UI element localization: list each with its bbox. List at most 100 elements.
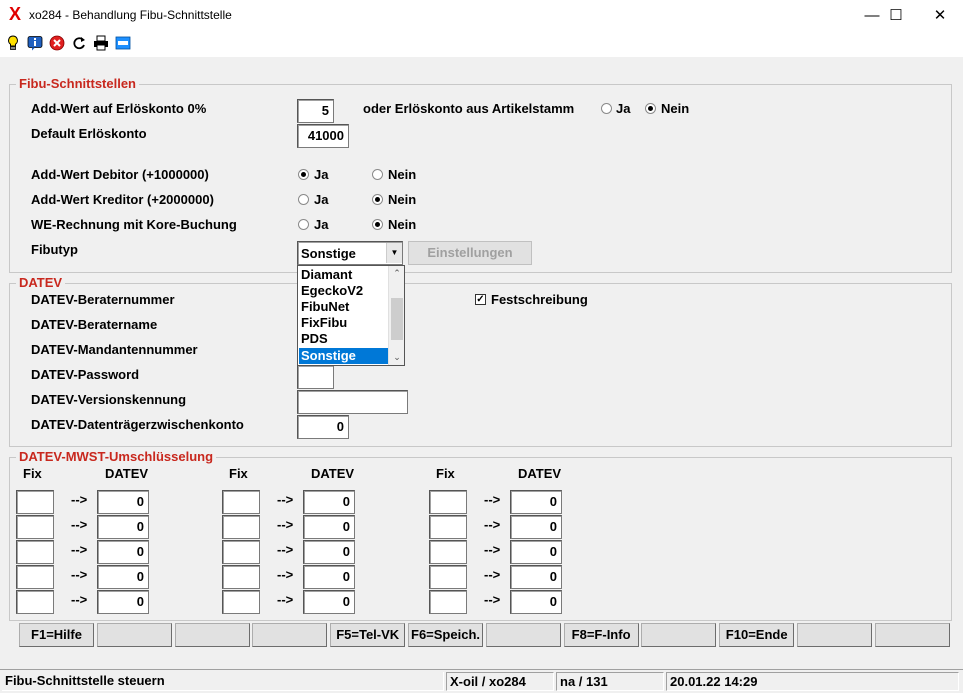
fibutyp-option-selected[interactable]: Sonstige [299, 348, 388, 364]
datev-input[interactable]: 0 [97, 565, 149, 589]
dropdown-scrollbar[interactable]: ⌃ ⌄ [388, 266, 404, 365]
fix-input[interactable] [429, 565, 467, 589]
fkey-button[interactable] [874, 623, 950, 647]
fix-input[interactable] [16, 590, 54, 614]
datev-input[interactable]: 0 [303, 590, 355, 614]
we-nein-radio[interactable] [372, 219, 383, 230]
datev-input[interactable]: 0 [303, 515, 355, 539]
arrow-label: --> [277, 517, 294, 532]
arrow-label: --> [71, 517, 88, 532]
fix-input[interactable] [16, 490, 54, 514]
fix-input[interactable] [16, 515, 54, 539]
debitor-ja-radio[interactable] [298, 169, 309, 180]
fkey-button[interactable]: F5=Tel-VK [330, 623, 406, 647]
mwst-group [9, 457, 952, 621]
close-button[interactable]: ✕ [917, 0, 963, 31]
scroll-down-icon[interactable]: ⌄ [391, 351, 403, 363]
fix-input[interactable] [222, 565, 260, 589]
kreditor-ja-label: Ja [314, 192, 329, 207]
fkey-button[interactable]: F10=Ende [719, 623, 795, 647]
datev-input[interactable]: 0 [510, 565, 562, 589]
fix-input[interactable] [16, 565, 54, 589]
scroll-thumb[interactable] [391, 298, 403, 340]
festschreibung-label: Festschreibung [491, 292, 588, 307]
mandantennummer-label: DATEV-Mandantennummer [31, 342, 198, 357]
datev-input[interactable]: 0 [510, 590, 562, 614]
fkey-button[interactable] [641, 623, 717, 647]
fkey-button[interactable]: F8=F-Info [563, 623, 639, 647]
fix-input[interactable] [222, 590, 260, 614]
fibutyp-dropdown-list[interactable]: Diamant EgeckoV2 FibuNet FixFibu PDS Son… [297, 265, 405, 366]
we-ja-radio[interactable] [298, 219, 309, 230]
fkey-button[interactable] [485, 623, 561, 647]
debitor-nein-label: Nein [388, 167, 417, 182]
scroll-up-icon[interactable]: ⌃ [391, 267, 403, 279]
fix-input[interactable] [222, 490, 260, 514]
refresh-icon[interactable] [71, 35, 87, 51]
screen-icon[interactable] [115, 35, 131, 51]
festschreibung-checkbox[interactable]: ✓ [475, 294, 486, 305]
fix-header: Fix [229, 466, 248, 481]
beratername-label: DATEV-Beratername [31, 317, 158, 332]
oder-nein-radio[interactable] [645, 103, 656, 114]
datev-input[interactable]: 0 [303, 490, 355, 514]
fibutyp-dropdown-arrow-icon[interactable]: ▼ [386, 243, 402, 263]
fkey-button[interactable] [96, 623, 172, 647]
fkey-button[interactable] [252, 623, 328, 647]
fkey-button[interactable]: F1=Hilfe [19, 623, 94, 647]
default-erloeskonto-input[interactable]: 41000 [297, 124, 349, 148]
datev-header: DATEV [105, 466, 149, 481]
arrow-label: --> [277, 542, 294, 557]
datev-header: DATEV [311, 466, 355, 481]
fix-input[interactable] [429, 590, 467, 614]
zwischenkonto-label: DATEV-Datenträgerzwischenkonto [31, 417, 244, 432]
password-input[interactable] [297, 365, 334, 389]
fix-input[interactable] [429, 515, 467, 539]
lightbulb-icon[interactable] [5, 35, 21, 51]
cancel-icon[interactable] [49, 35, 65, 51]
fibutyp-option[interactable]: FixFibu [299, 315, 388, 331]
password-label: DATEV-Password [31, 367, 140, 382]
fkey-button[interactable] [797, 623, 872, 647]
fkey-button[interactable] [174, 623, 250, 647]
fibutyp-option[interactable]: Diamant [299, 267, 388, 283]
fibu-legend: Fibu-Schnittstellen [16, 76, 139, 91]
einstellungen-button[interactable]: Einstellungen [408, 241, 532, 265]
fibutyp-option[interactable]: FibuNet [299, 299, 388, 315]
arrow-label: --> [71, 592, 88, 607]
default-erloeskonto-label: Default Erlöskonto [31, 126, 147, 141]
fibutyp-label: Fibutyp [31, 242, 78, 257]
fibutyp-option[interactable]: PDS [299, 331, 388, 347]
add-wert-label: Add-Wert auf Erlöskonto 0% [31, 101, 207, 116]
print-icon[interactable] [93, 35, 109, 51]
fkey-button[interactable]: F6=Speich. [408, 623, 483, 647]
arrow-label: --> [484, 492, 501, 507]
zwischenkonto-input[interactable]: 0 [297, 415, 349, 439]
fix-input[interactable] [429, 490, 467, 514]
versionskennung-input[interactable] [297, 390, 408, 414]
fix-input[interactable] [222, 540, 260, 564]
datev-input[interactable]: 0 [97, 515, 149, 539]
arrow-label: --> [71, 492, 88, 507]
fix-input[interactable] [16, 540, 54, 564]
add-wert-input[interactable]: 5 [297, 99, 334, 123]
oder-ja-radio[interactable] [601, 103, 612, 114]
datev-input[interactable]: 0 [510, 490, 562, 514]
datev-input[interactable]: 0 [97, 590, 149, 614]
app-logo-icon: X [9, 4, 22, 24]
datev-legend: DATEV [16, 275, 66, 290]
fix-input[interactable] [429, 540, 467, 564]
datev-input[interactable]: 0 [303, 540, 355, 564]
fibutyp-option[interactable]: EgeckoV2 [299, 283, 388, 299]
datev-input[interactable]: 0 [97, 540, 149, 564]
datev-input[interactable]: 0 [510, 540, 562, 564]
fix-input[interactable] [222, 515, 260, 539]
info-icon[interactable] [27, 35, 43, 51]
kreditor-ja-radio[interactable] [298, 194, 309, 205]
maximize-button[interactable]: ☐ [873, 0, 919, 31]
kreditor-nein-radio[interactable] [372, 194, 383, 205]
datev-input[interactable]: 0 [303, 565, 355, 589]
debitor-nein-radio[interactable] [372, 169, 383, 180]
datev-input[interactable]: 0 [510, 515, 562, 539]
datev-input[interactable]: 0 [97, 490, 149, 514]
